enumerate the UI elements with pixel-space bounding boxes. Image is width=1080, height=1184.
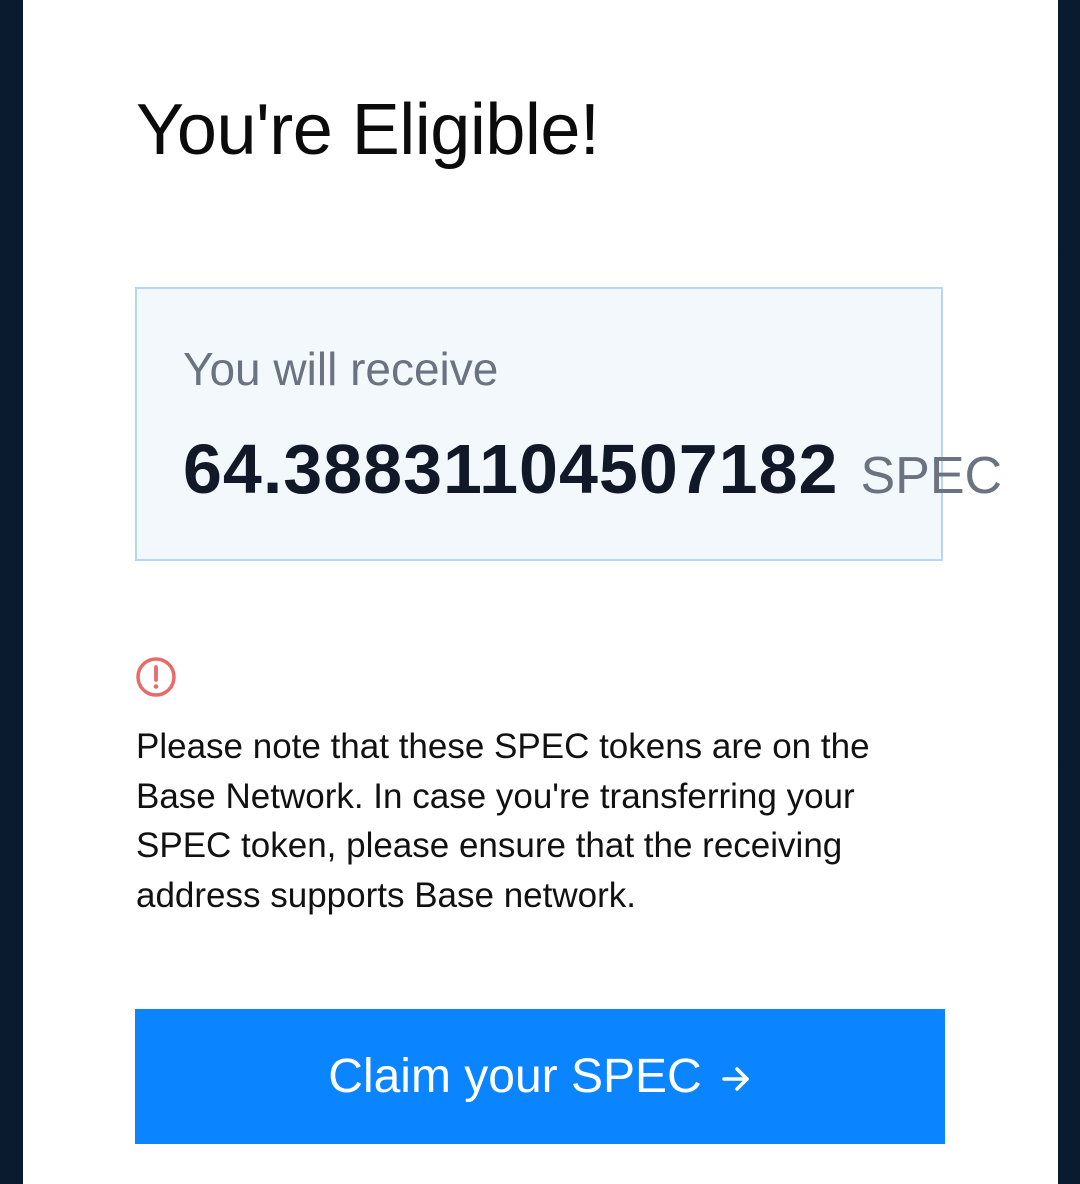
receive-label: You will receive	[183, 343, 499, 395]
claim-spec-button[interactable]: Claim your SPEC	[135, 1009, 945, 1144]
network-notice: Please note that these SPEC tokens are o…	[136, 727, 870, 915]
eligibility-card: You're Eligible! You will receive 64.388…	[23, 0, 1058, 1184]
alert-circle-icon	[136, 657, 176, 697]
receive-amount-panel: You will receive 64.38831104507182 SPEC	[135, 287, 1002, 561]
claim-button-label: Claim your SPEC	[328, 1050, 702, 1103]
token-unit: SPEC	[860, 447, 1003, 505]
page-title: You're Eligible!	[136, 90, 600, 170]
token-amount: 64.38831104507182	[183, 430, 839, 508]
amount-row: 64.38831104507182 SPEC	[183, 431, 1002, 527]
arrow-right-icon	[721, 1067, 749, 1091]
